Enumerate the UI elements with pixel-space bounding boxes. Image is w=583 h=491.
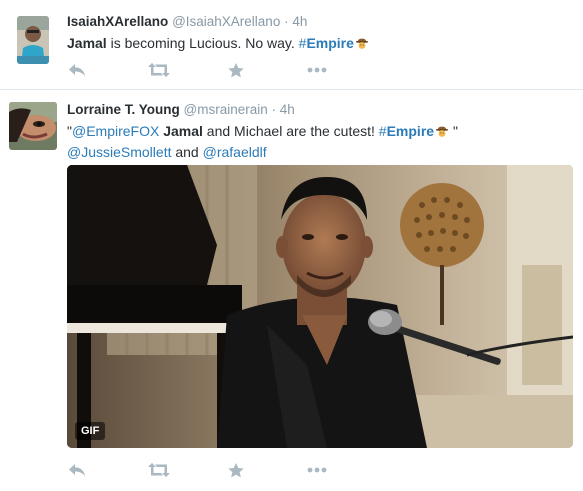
- avatar[interactable]: [9, 102, 57, 150]
- tweet[interactable]: IsaiahXArellano @IsaiahXArellano · 4h Ja…: [0, 0, 583, 90]
- tweet-body: and Michael are the cutest!: [202, 123, 379, 139]
- tweet[interactable]: Lorraine T. Young @msrainerain · 4h " @Em…: [0, 90, 583, 491]
- tweet-text: " @EmpireFOX Jamal and Michael are the cu…: [67, 122, 458, 162]
- favorite-button[interactable]: [226, 460, 246, 480]
- more-button[interactable]: [307, 460, 327, 480]
- conjunction: and: [171, 144, 203, 160]
- hashtag-link[interactable]: #Empire: [379, 123, 434, 139]
- reply-icon: [69, 64, 85, 76]
- hashtag-link[interactable]: #Empire: [299, 35, 354, 51]
- favorite-button[interactable]: [226, 60, 246, 80]
- username[interactable]: @IsaiahXArellano: [172, 14, 280, 29]
- more-icon: [307, 467, 327, 473]
- timestamp[interactable]: 4h: [280, 102, 295, 117]
- bold-name: Jamal: [67, 35, 107, 51]
- hashtag-text: Empire: [386, 123, 435, 139]
- star-icon: [228, 462, 244, 477]
- username[interactable]: @msrainerain: [184, 102, 268, 117]
- mention-link[interactable]: @rafaeldlf: [203, 144, 267, 160]
- fullname[interactable]: IsaiahXArellano: [67, 14, 168, 29]
- star-icon: [228, 62, 244, 77]
- more-icon: [307, 67, 327, 73]
- reply-button[interactable]: [67, 460, 87, 480]
- gif-media[interactable]: GIF: [67, 165, 573, 448]
- tweet-actions: [67, 460, 347, 480]
- reply-button[interactable]: [67, 60, 87, 80]
- hashtag-symbol: #: [378, 123, 387, 139]
- bold-name: Jamal: [163, 123, 203, 139]
- tweet-text: Jamal is becoming Lucious. No way. #Empi…: [67, 34, 369, 55]
- close-quote: ": [449, 123, 458, 139]
- more-button[interactable]: [307, 60, 327, 80]
- hashtag-text: Empire: [306, 35, 354, 51]
- cowboy-hat-emoji: [355, 36, 369, 55]
- tweet-body: is becoming Lucious. No way.: [106, 35, 299, 51]
- tweet-header: Lorraine T. Young @msrainerain · 4h: [67, 102, 295, 117]
- reply-icon: [69, 464, 85, 476]
- retweet-icon: [148, 463, 170, 477]
- tweet-actions: [67, 60, 347, 80]
- avatar[interactable]: [17, 16, 49, 64]
- retweet-button[interactable]: [148, 60, 170, 80]
- retweet-button[interactable]: [148, 460, 170, 480]
- mention-link[interactable]: @EmpireFOX: [72, 123, 159, 139]
- gif-badge: GIF: [75, 422, 106, 440]
- timestamp[interactable]: 4h: [292, 14, 307, 29]
- retweet-icon: [148, 63, 170, 77]
- fullname[interactable]: Lorraine T. Young: [67, 102, 180, 117]
- tweet-header: IsaiahXArellano @IsaiahXArellano · 4h: [67, 14, 307, 29]
- cowboy-hat-emoji: [435, 124, 449, 143]
- gif-frame: [67, 165, 573, 448]
- separator: ·: [284, 14, 289, 29]
- mention-link[interactable]: @JussieSmollett: [67, 144, 171, 160]
- separator: ·: [271, 102, 277, 117]
